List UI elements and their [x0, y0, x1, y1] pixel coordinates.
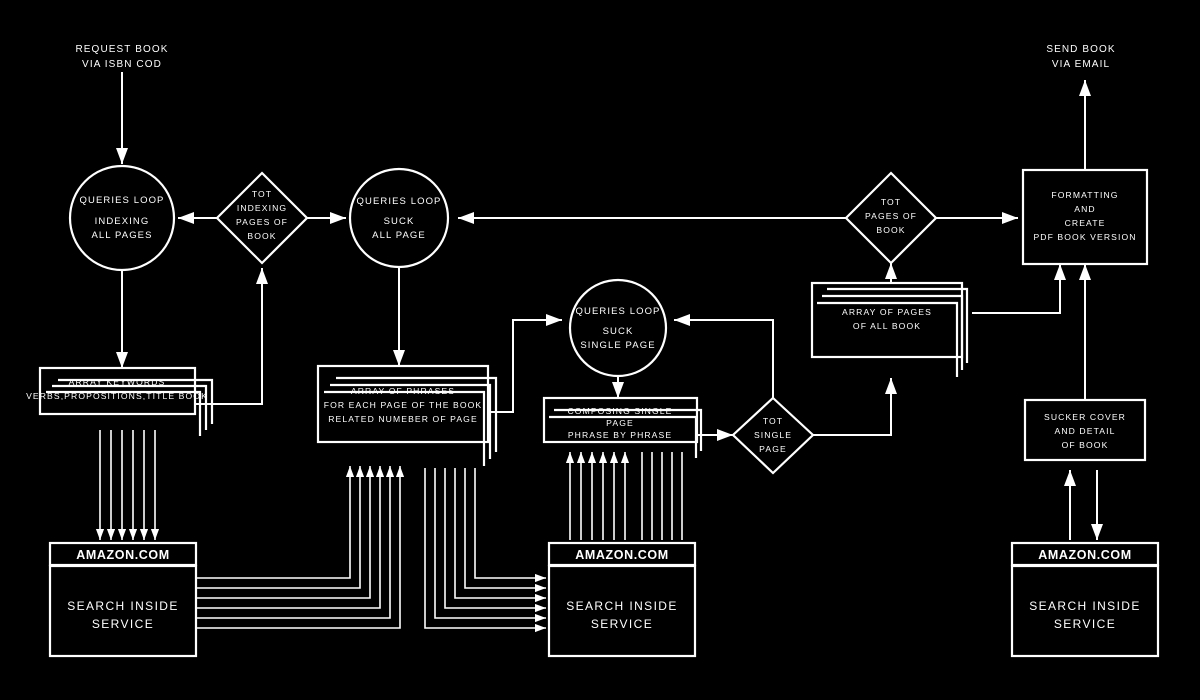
svg-text:BOOK: BOOK — [247, 231, 276, 241]
svg-text:REQUEST BOOK: REQUEST BOOK — [75, 44, 168, 55]
conn-arraypages-to-formatting — [972, 264, 1066, 314]
svg-text:SERVICE: SERVICE — [1054, 617, 1116, 631]
svg-text:ALL PAGE: ALL PAGE — [372, 230, 426, 241]
svg-text:RELATED NUMEBER OF PAGE: RELATED NUMEBER OF PAGE — [328, 414, 478, 424]
svg-text:SUCK: SUCK — [384, 216, 415, 227]
conn-amazoncenter-to-composing — [565, 452, 630, 540]
svg-text:SINGLE PAGE: SINGLE PAGE — [580, 340, 655, 351]
svg-text:TOT: TOT — [763, 416, 783, 426]
svg-text:COMPOSING SINGLE: COMPOSING SINGLE — [568, 406, 673, 416]
svg-text:AND DETAIL: AND DETAIL — [1055, 426, 1116, 436]
label-diamond-tot-single: TOT SINGLE PAGE — [754, 416, 792, 454]
svg-text:INDEXING: INDEXING — [95, 216, 150, 227]
conn-composing-to-amazoncenter — [641, 452, 683, 540]
svg-text:PAGE: PAGE — [759, 444, 787, 454]
svg-text:PHRASE BY PHRASE: PHRASE BY PHRASE — [568, 430, 672, 440]
label-amazon-right: AMAZON.COM SEARCH INSIDE SERVICE — [1029, 548, 1141, 631]
conn-amazonleft-to-phrases — [197, 466, 405, 629]
svg-text:QUERIES LOOP: QUERIES LOOP — [576, 306, 661, 317]
svg-text:VIA ISBN COD: VIA ISBN COD — [82, 59, 162, 70]
svg-text:QUERIES LOOP: QUERIES LOOP — [80, 195, 165, 206]
label-circle-indexing: QUERIES LOOP INDEXING ALL PAGES — [80, 195, 165, 241]
svg-text:PAGE: PAGE — [606, 418, 634, 428]
label-send-book: SEND BOOK VIA EMAIL — [1046, 44, 1115, 70]
label-box-formatting: FORMATTING AND CREATE PDF BOOK VERSION — [1033, 190, 1136, 242]
svg-text:PAGES OF: PAGES OF — [236, 217, 288, 227]
svg-text:ARRAY KEYWORDS: ARRAY KEYWORDS — [69, 377, 166, 387]
label-stack-composing: COMPOSING SINGLE PAGE PHRASE BY PHRASE — [568, 406, 673, 440]
svg-text:OF ALL BOOK: OF ALL BOOK — [853, 321, 921, 331]
conn-keywords-to-totindex — [195, 268, 268, 405]
svg-text:SEARCH INSIDE: SEARCH INSIDE — [67, 599, 179, 613]
svg-text:SINGLE: SINGLE — [754, 430, 792, 440]
label-amazon-center: AMAZON.COM SEARCH INSIDE SERVICE — [566, 548, 678, 631]
svg-text:SUCK: SUCK — [603, 326, 634, 337]
svg-text:AMAZON.COM: AMAZON.COM — [1038, 548, 1132, 562]
svg-text:SERVICE: SERVICE — [591, 617, 653, 631]
svg-text:QUERIES LOOP: QUERIES LOOP — [357, 196, 442, 207]
svg-text:PAGES OF: PAGES OF — [865, 211, 917, 221]
conn-keywords-to-amazonleft — [95, 430, 160, 540]
flowchart-canvas: REQUEST BOOK VIA ISBN COD SEND BOOK VIA … — [0, 0, 1200, 700]
node-box-formatting[interactable] — [1021, 168, 1149, 266]
label-circle-suck-single: QUERIES LOOP SUCK SINGLE PAGE — [576, 306, 661, 351]
label-stack-pages: ARRAY OF PAGES OF ALL BOOK — [842, 307, 932, 331]
label-amazon-left: AMAZON.COM SEARCH INSIDE SERVICE — [67, 548, 179, 631]
svg-text:AMAZON.COM: AMAZON.COM — [575, 548, 669, 562]
svg-text:VERBS,PROPOSITIONS,TITLE BOOK: VERBS,PROPOSITIONS,TITLE BOOK — [26, 391, 208, 401]
svg-text:ARRAY OF PHRASES: ARRAY OF PHRASES — [351, 386, 455, 396]
conn-totsingle-to-sucksingle — [674, 314, 774, 398]
svg-text:SEARCH INSIDE: SEARCH INSIDE — [1029, 599, 1141, 613]
svg-text:FOR EACH PAGE OF THE BOOK: FOR EACH PAGE OF THE BOOK — [324, 400, 483, 410]
svg-text:INDEXING: INDEXING — [237, 203, 287, 213]
svg-text:SEARCH INSIDE: SEARCH INSIDE — [566, 599, 678, 613]
svg-text:PDF BOOK VERSION: PDF BOOK VERSION — [1033, 232, 1136, 242]
svg-text:AMAZON.COM: AMAZON.COM — [76, 548, 170, 562]
svg-text:SERVICE: SERVICE — [92, 617, 154, 631]
svg-text:FORMATTING: FORMATTING — [1051, 190, 1118, 200]
label-diamond-tot-indexing: TOT INDEXING PAGES OF BOOK — [236, 189, 288, 241]
label-diamond-tot-pages: TOT PAGES OF BOOK — [865, 197, 917, 235]
svg-text:CREATE: CREATE — [1065, 218, 1106, 228]
flowchart-svg: REQUEST BOOK VIA ISBN COD SEND BOOK VIA … — [26, 44, 1160, 658]
svg-text:OF BOOK: OF BOOK — [1062, 440, 1109, 450]
svg-text:SUCKER COVER: SUCKER COVER — [1044, 412, 1126, 422]
svg-text:VIA EMAIL: VIA EMAIL — [1052, 59, 1110, 70]
svg-text:ALL PAGES: ALL PAGES — [91, 230, 152, 241]
conn-totsingle-to-arraypages — [813, 378, 897, 436]
svg-text:ARRAY OF PAGES: ARRAY OF PAGES — [842, 307, 932, 317]
label-box-sucker-cover: SUCKER COVER AND DETAIL OF BOOK — [1044, 412, 1126, 450]
conn-phrases-to-amazoncenter — [424, 468, 546, 633]
svg-text:AND: AND — [1074, 204, 1095, 214]
label-circle-suck-all: QUERIES LOOP SUCK ALL PAGE — [357, 196, 442, 241]
svg-text:BOOK: BOOK — [876, 225, 905, 235]
svg-text:SEND BOOK: SEND BOOK — [1046, 44, 1115, 55]
label-request-book: REQUEST BOOK VIA ISBN COD — [75, 44, 168, 70]
svg-text:TOT: TOT — [252, 189, 272, 199]
svg-text:TOT: TOT — [881, 197, 901, 207]
